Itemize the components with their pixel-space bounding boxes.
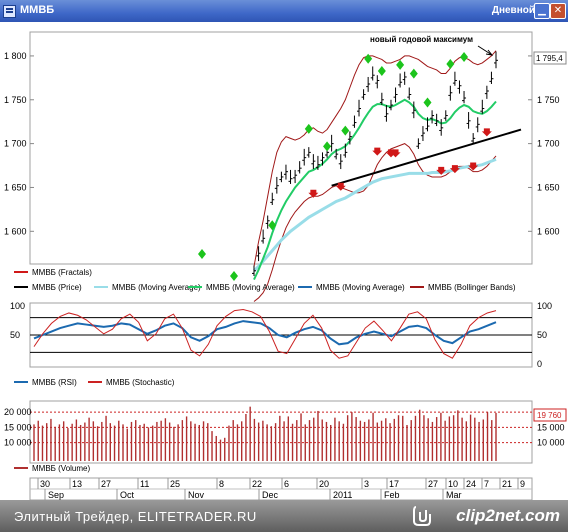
legend-label: ММВБ (Volume): [32, 464, 90, 473]
legend-label: ММВБ (Moving Average): [316, 283, 405, 292]
oscillator-legend: ММВБ (RSI) ММВБ (Stochastic): [14, 378, 175, 387]
oscillator-ytick-label-left: 50: [10, 330, 20, 340]
volume-value-text: 19 760: [537, 411, 562, 420]
price-ytick-label-left: 1 600: [4, 226, 27, 236]
month-label: Sep: [48, 490, 64, 500]
day-label: 21: [502, 479, 512, 489]
chart-canvas: 1 800 1 750 1 750 1 700 1 700 1 650 1 650 1 600…: [4, 31, 567, 500]
day-label: 27: [101, 479, 111, 489]
legend-label: ММВБ (Bollinger Bands): [428, 283, 516, 292]
chart-window-icon[interactable]: [3, 5, 16, 18]
price-ytick-label-left: 1 750: [4, 95, 27, 105]
annotation-label: новый годовой максимум: [370, 35, 473, 44]
day-label: 17: [389, 479, 399, 489]
window-title: ММВБ: [20, 4, 55, 16]
oscillator-ytick-label-right: 0: [537, 359, 542, 369]
volume-ytick-label-left: 20 000: [4, 407, 32, 417]
price-ytick-label-left: 1 700: [4, 139, 27, 149]
price-ytick-label-right: 1 700: [537, 139, 560, 149]
footer-brand: Элитный Трейдер, ELITETRADER.RU: [14, 509, 257, 524]
legend-label: ММВБ (Moving Average): [206, 283, 295, 292]
minimize-icon[interactable]: ▁: [534, 3, 550, 19]
month-label: Nov: [188, 490, 205, 500]
footer-logo: clip2net.com: [456, 506, 560, 525]
volume-ytick-label-right: 15 000: [537, 422, 565, 432]
month-label: 2011: [333, 490, 352, 500]
day-label: 27: [428, 479, 438, 489]
day-label: 30: [40, 479, 50, 489]
volume-panel: [29, 400, 533, 464]
window-titlebar: ММВБ Дневной ▁ ✕: [0, 0, 568, 22]
month-label: Mar: [446, 490, 462, 500]
price-ytick-label-right: 1 650: [537, 182, 560, 192]
price-legend: ММВБ (Fractals) ММВБ (Price) ММВБ (Moving …: [14, 268, 516, 292]
fractal-up-marker: [230, 271, 238, 281]
close-icon[interactable]: ✕: [550, 3, 566, 19]
legend-label: ММВБ (RSI): [32, 378, 77, 387]
price-value-text: 1 795,4: [536, 54, 563, 63]
legend-label: ММВБ (Price): [32, 283, 82, 292]
volume-ytick-label-right: 10 000: [537, 438, 565, 448]
price-ytick-label-left: 1 650: [4, 182, 27, 192]
day-label: 24: [466, 479, 476, 489]
day-label: 6: [284, 479, 289, 489]
month-label: Dec: [262, 490, 279, 500]
volume-ytick-label-left: 10 000: [4, 438, 32, 448]
day-label: 9: [520, 479, 525, 489]
price-ytick-label-right: 1 600: [537, 226, 560, 236]
day-label: 11: [140, 479, 149, 489]
day-label: 22: [252, 479, 262, 489]
day-label: 25: [170, 479, 180, 489]
volume-legend: ММВБ (Volume): [14, 464, 90, 473]
oscillator-ytick-label-left: 100: [10, 301, 25, 311]
month-label: Oct: [120, 490, 135, 500]
legend-label: ММВБ (Moving Average): [112, 283, 201, 292]
day-label: 7: [484, 479, 489, 489]
footer-bar: Элитный Трейдер, ELITETRADER.RU clip2net…: [0, 500, 568, 532]
month-label: Feb: [384, 490, 400, 500]
day-label: 13: [72, 479, 82, 489]
legend-label: ММВБ (Fractals): [32, 268, 92, 277]
oscillator-ytick-label-right: 50: [537, 330, 547, 340]
price-ytick-label-left: 1 800: [4, 51, 27, 61]
day-label: 8: [219, 479, 224, 489]
volume-ytick-label-left: 15 000: [4, 422, 32, 432]
legend-label: ММВБ (Stochastic): [106, 378, 175, 387]
oscillator-ytick-label-right: 100: [537, 301, 552, 311]
period-selector[interactable]: Дневной: [492, 5, 535, 16]
clip2net-logo-icon: [413, 506, 431, 526]
price-ytick-label-right: 1 750: [537, 95, 560, 105]
day-label: 3: [364, 479, 369, 489]
day-label: 20: [319, 479, 329, 489]
day-label: 10: [448, 479, 458, 489]
